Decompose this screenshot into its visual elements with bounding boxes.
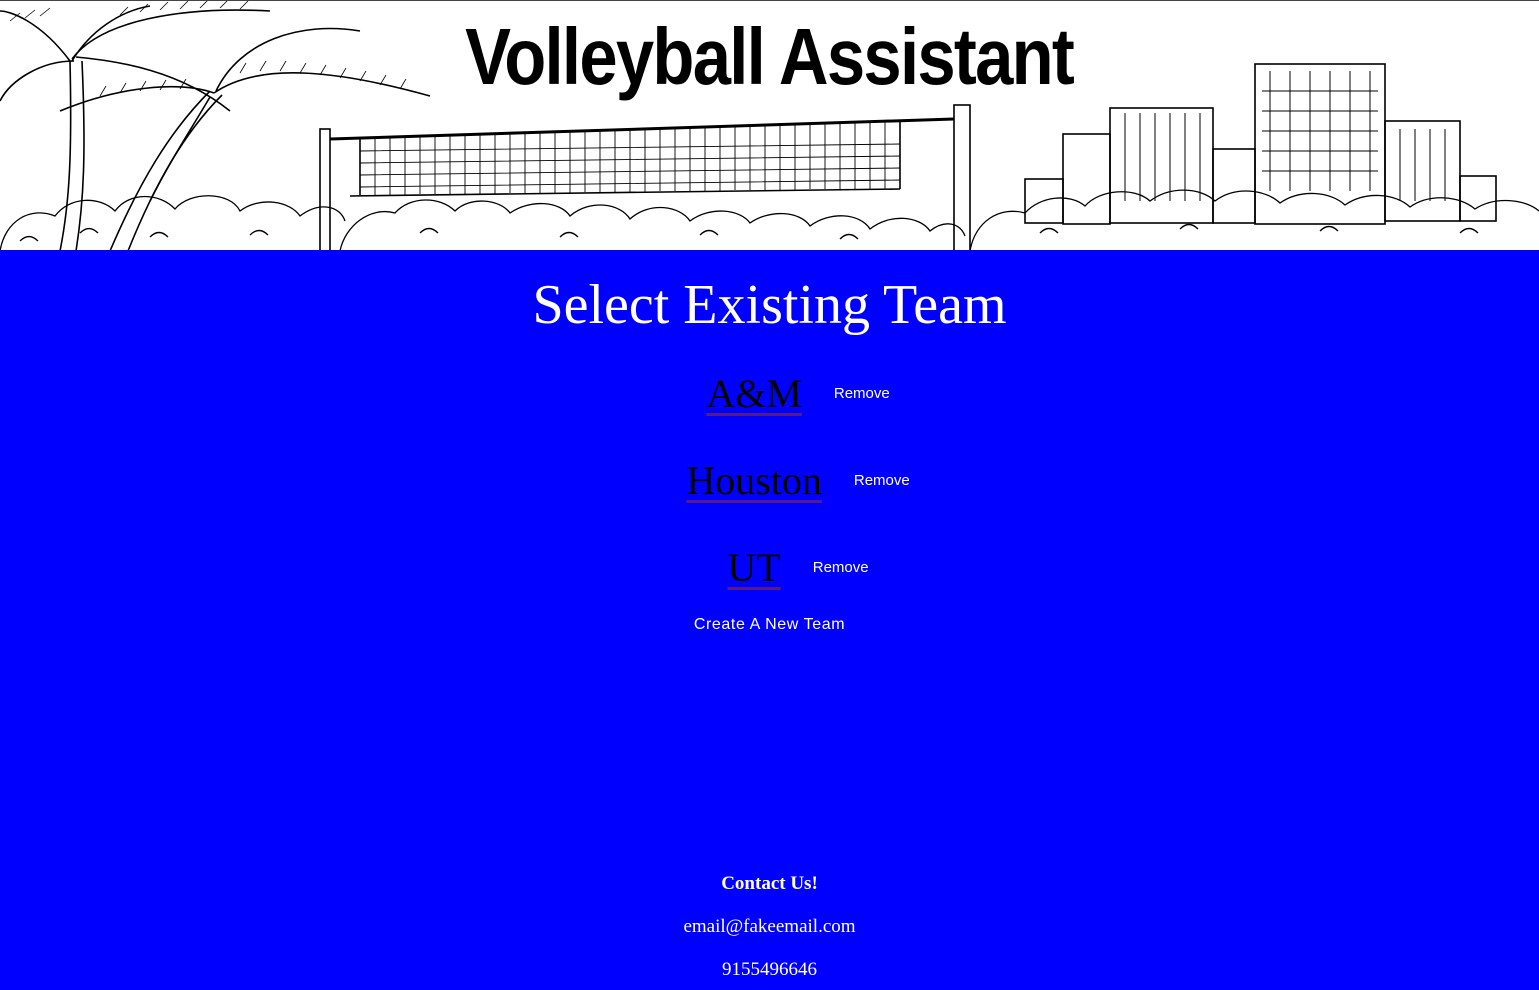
page-title: Select Existing Team [532,274,1007,336]
site-title: Volleyball Assistant [465,12,1075,101]
remove-team-button[interactable]: Remove [854,472,910,489]
team-link-am[interactable]: A&M [706,370,802,417]
main-content: Select Existing Team A&M Remove Houston … [0,250,1539,990]
create-team-container: Create A New Team [0,616,1539,634]
create-team-button[interactable]: Create A New Team [694,616,845,634]
team-row: A&M Remove [0,368,1539,418]
header-banner: Volleyball Assistant [0,0,1539,250]
team-link-ut[interactable]: UT [727,544,780,591]
contact-email: email@fakeemail.com [683,916,856,937]
bushes [0,189,1539,250]
contact-heading: Contact Us! [721,873,818,894]
contact-phone: 9155496646 [722,959,817,980]
remove-team-button[interactable]: Remove [813,559,869,576]
footer: Contact Us! email@fakeemail.com 91554966… [0,870,1539,984]
team-row: Houston Remove [0,455,1539,505]
remove-team-button[interactable]: Remove [834,385,890,402]
team-link-houston[interactable]: Houston [686,457,822,504]
team-row: UT Remove [0,542,1539,592]
